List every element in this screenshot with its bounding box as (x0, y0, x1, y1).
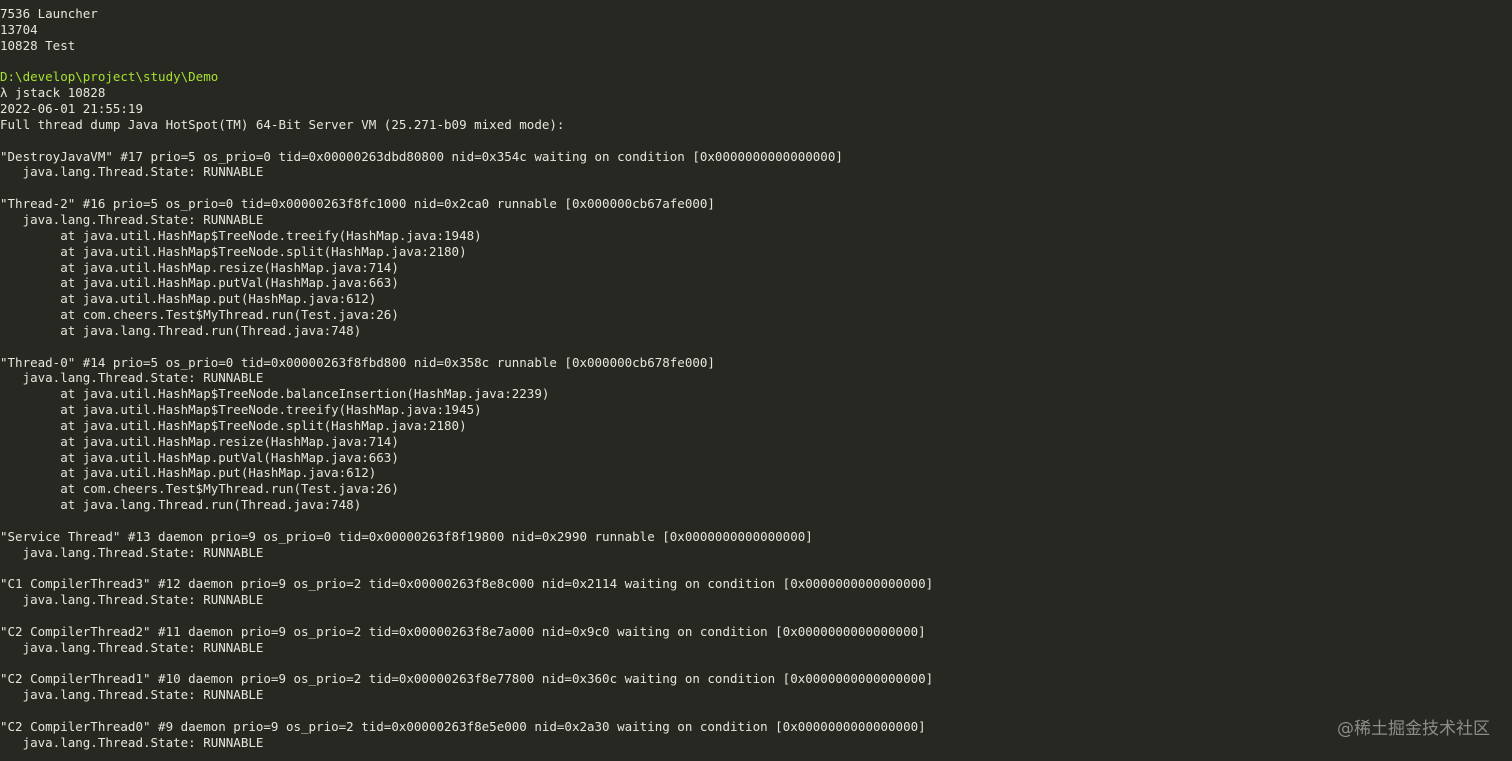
terminal-line: at java.util.HashMap$TreeNode.treeify(Ha… (0, 227, 482, 243)
terminal-line: at java.lang.Thread.run(Thread.java:748) (0, 497, 362, 513)
terminal-line: at java.util.HashMap.resize(HashMap.java… (0, 259, 399, 275)
terminal-line: at java.util.HashMap$TreeNode.treeify(Ha… (0, 402, 482, 418)
terminal-line: java.lang.Thread.State: RUNNABLE (0, 592, 264, 608)
terminal-line: "Service Thread" #13 daemon prio=9 os_pr… (0, 528, 813, 544)
terminal-line: Full thread dump Java HotSpot(TM) 64-Bit… (0, 116, 565, 132)
terminal-line: "C2 CompilerThread0" #9 daemon prio=9 os… (0, 718, 926, 734)
watermark-text: @稀土掘金技术社区 (1337, 719, 1490, 739)
prompt-path-line: D:\develop\project\study\Demo (0, 69, 219, 85)
terminal-line: java.lang.Thread.State: RUNNABLE (0, 544, 264, 560)
terminal-line: "DestroyJavaVM" #17 prio=5 os_prio=0 tid… (0, 148, 843, 164)
terminal-line: java.lang.Thread.State: RUNNABLE (0, 211, 264, 227)
terminal-line: "Thread-2" #16 prio=5 os_prio=0 tid=0x00… (0, 196, 715, 212)
terminal-line: at com.cheers.Test$MyThread.run(Test.jav… (0, 481, 399, 497)
terminal-line: at java.util.HashMap$TreeNode.balanceIns… (0, 386, 550, 402)
terminal-line: at java.util.HashMap.put(HashMap.java:61… (0, 465, 377, 481)
terminal-line: "C2 CompilerThread1" #10 daemon prio=9 o… (0, 671, 934, 687)
terminal-line: 2022-06-01 21:55:19 (0, 101, 143, 117)
terminal-line: λ jstack 10828 (0, 85, 106, 101)
terminal-line: 10828 Test (0, 37, 76, 53)
terminal-line: at java.util.HashMap.put(HashMap.java:61… (0, 291, 377, 307)
terminal-line: at java.util.HashMap$TreeNode.split(Hash… (0, 243, 467, 259)
terminal-line: "Thread-0" #14 prio=5 os_prio=0 tid=0x00… (0, 354, 715, 370)
terminal-line: at java.util.HashMap.putVal(HashMap.java… (0, 449, 399, 465)
terminal-line: "C2 CompilerThread2" #11 daemon prio=9 o… (0, 623, 926, 639)
terminal-line: at java.util.HashMap.resize(HashMap.java… (0, 433, 399, 449)
terminal-line: at java.util.HashMap.putVal(HashMap.java… (0, 275, 399, 291)
terminal-output[interactable]: 7536 Launcher 13704 10828 Test D:\develop\p… (0, 0, 1512, 761)
terminal-line: java.lang.Thread.State: RUNNABLE (0, 370, 264, 386)
terminal-line: "C1 CompilerThread3" #12 daemon prio=9 o… (0, 576, 934, 592)
terminal-line: java.lang.Thread.State: RUNNABLE (0, 687, 264, 703)
terminal-line: java.lang.Thread.State: RUNNABLE (0, 164, 264, 180)
terminal-line: java.lang.Thread.State: RUNNABLE (0, 734, 264, 750)
terminal-line: at com.cheers.Test$MyThread.run(Test.jav… (0, 307, 399, 323)
terminal-line: at java.lang.Thread.run(Thread.java:748) (0, 322, 362, 338)
terminal-line: 7536 Launcher (0, 6, 98, 21)
terminal-line: at java.util.HashMap$TreeNode.split(Hash… (0, 417, 467, 433)
terminal-line: 13704 (0, 21, 38, 37)
terminal-line: java.lang.Thread.State: RUNNABLE (0, 639, 264, 655)
